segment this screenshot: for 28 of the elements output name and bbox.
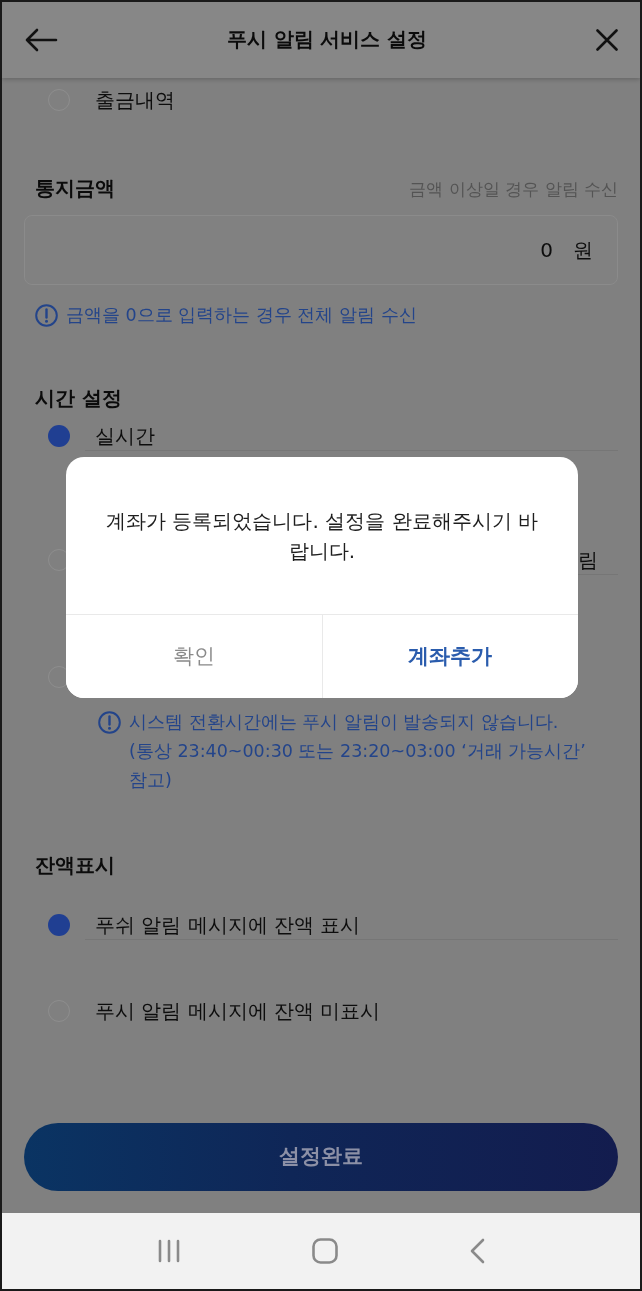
close-icon [596, 29, 618, 51]
dialog-button[interactable]: 계좌추가 [321, 615, 578, 698]
info-icon [35, 303, 58, 327]
close-button[interactable] [596, 29, 618, 51]
dialog-message: 계좌가 등록되었습니다. 설정을 완료해주시기 바랍니다. [105, 507, 539, 565]
info-icon [98, 710, 121, 734]
currency-unit: 원 [573, 236, 593, 264]
amount-field[interactable]: 0 원 [24, 214, 618, 285]
radio-button[interactable] [48, 424, 70, 447]
back-icon[interactable] [468, 1238, 485, 1264]
option-label: 실시간 [95, 422, 155, 450]
back-arrow-icon [24, 28, 58, 52]
complete-button[interactable]: 설정완료 [24, 1123, 618, 1191]
section-title: 통지금액 [34, 175, 115, 202]
header-title: 푸시 알림 서비스 설정 [226, 27, 428, 54]
info-note: 금액을 0으로 입력하는 경우 전체 알림 수신 [66, 303, 417, 327]
recent-apps-icon[interactable] [157, 1239, 182, 1263]
section-title: 시간 설정 [34, 384, 123, 412]
back-button[interactable] [24, 28, 58, 52]
home-icon[interactable] [312, 1238, 338, 1264]
option-label: 푸시 알림 메시지에 잔액 미표시 [95, 997, 381, 1025]
info-note: 시스템 전환시간에는 푸시 알림이 발송되지 않습니다. (통상 23:40~00:30 또는 23:20~03:00 ‘거래 가능시간’ 참고) [129, 710, 587, 792]
option-label: 푸쉬 알림 메시지에 잔액 표시 [95, 911, 361, 939]
radio-button[interactable] [48, 913, 70, 936]
option-label: 출금내역 [95, 87, 175, 114]
amount-value: 0 [540, 236, 553, 264]
option-label: 림 [578, 546, 599, 574]
section-title: 잔액표시 [34, 851, 116, 879]
